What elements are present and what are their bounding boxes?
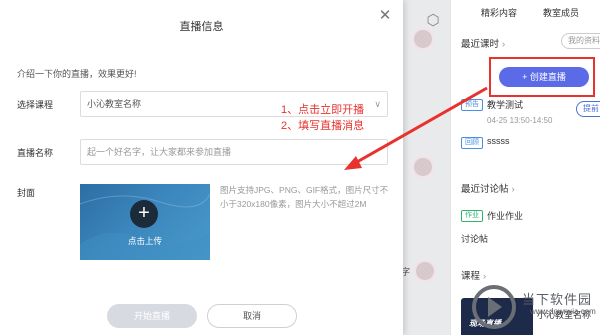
member-avatar <box>412 28 434 50</box>
discussion-subtitle[interactable]: 讨论帖 <box>461 232 488 245</box>
annotation-step1: 1、点击立即开播 <box>281 104 365 116</box>
dialog-intro: 介绍一下你的直播，效果更好! <box>17 69 137 79</box>
watermark-url: www.downxia.com <box>530 307 596 316</box>
chevron-right-icon: › <box>502 39 506 50</box>
settings-icon[interactable]: ⬡ <box>424 12 442 30</box>
recent-lessons-title[interactable]: 最近课时 › <box>461 36 505 50</box>
tab-highlights[interactable]: 精彩内容 <box>481 6 517 19</box>
tab-members[interactable]: 教室成员 <box>543 6 579 19</box>
chevron-right-icon: › <box>483 271 487 282</box>
cover-hint: 图片支持JPG、PNG、GIF格式，图片尺寸不小于320x180像素，图片大小不… <box>220 185 389 209</box>
cancel-button[interactable]: 取消 <box>207 304 297 328</box>
early-button[interactable]: 提前 <box>576 101 600 117</box>
chevron-right-icon: › <box>511 184 515 195</box>
dialog-title: 直播信息 <box>179 21 224 33</box>
lesson-time: 04-25 13:50-14:50 <box>487 116 553 125</box>
live-name-input[interactable]: 起一个好名字，让大家都来参加直播 <box>80 139 388 165</box>
homework-tag: 作业 <box>461 210 483 222</box>
member-avatar <box>414 260 436 282</box>
live-name-label: 直播名称 <box>17 148 54 158</box>
watermark-logo-icon <box>472 285 516 329</box>
course-select-value: 小沁教室名称 <box>87 99 142 109</box>
discussion-title[interactable]: 作业作业 <box>487 209 523 222</box>
chevron-down-icon: ∨ <box>374 99 381 109</box>
preview-tag: 预告 <box>461 99 483 111</box>
lesson-title[interactable]: sssss <box>487 136 510 146</box>
annotation-step2: 2、填写直播消息 <box>281 120 365 132</box>
review-tag: 回顾 <box>461 137 483 149</box>
course-section-label: 课程 <box>461 271 481 282</box>
course-select-label: 选择课程 <box>17 100 54 110</box>
right-panel-tabs: 精彩内容 教室成员 <box>451 0 600 22</box>
plus-icon: + <box>130 200 158 228</box>
highlight-box <box>489 57 595 97</box>
cover-upload[interactable]: + 点击上传 <box>80 184 210 260</box>
watermark-name: 当下软件园 <box>522 292 593 307</box>
live-info-dialog: 直播信息 ✕ 介绍一下你的直播，效果更好! 选择课程 小沁教室名称 ∨ 直播名称… <box>0 0 403 335</box>
start-live-button[interactable]: 开始直播 <box>107 304 197 328</box>
lesson-title[interactable]: 教学测试 <box>487 98 523 111</box>
recent-discussions-label: 最近讨论帖 <box>461 184 509 195</box>
recent-discussions-title[interactable]: 最近讨论帖 › <box>461 181 515 195</box>
recent-lessons-label: 最近课时 <box>461 39 500 50</box>
course-section-title[interactable]: 课程 › <box>461 268 486 282</box>
cover-upload-label: 点击上传 <box>127 236 162 246</box>
member-avatar <box>412 156 434 178</box>
close-icon[interactable]: ✕ <box>377 8 393 24</box>
cover-label: 封面 <box>17 188 36 198</box>
my-info-button[interactable]: 我的资料 <box>561 33 600 49</box>
